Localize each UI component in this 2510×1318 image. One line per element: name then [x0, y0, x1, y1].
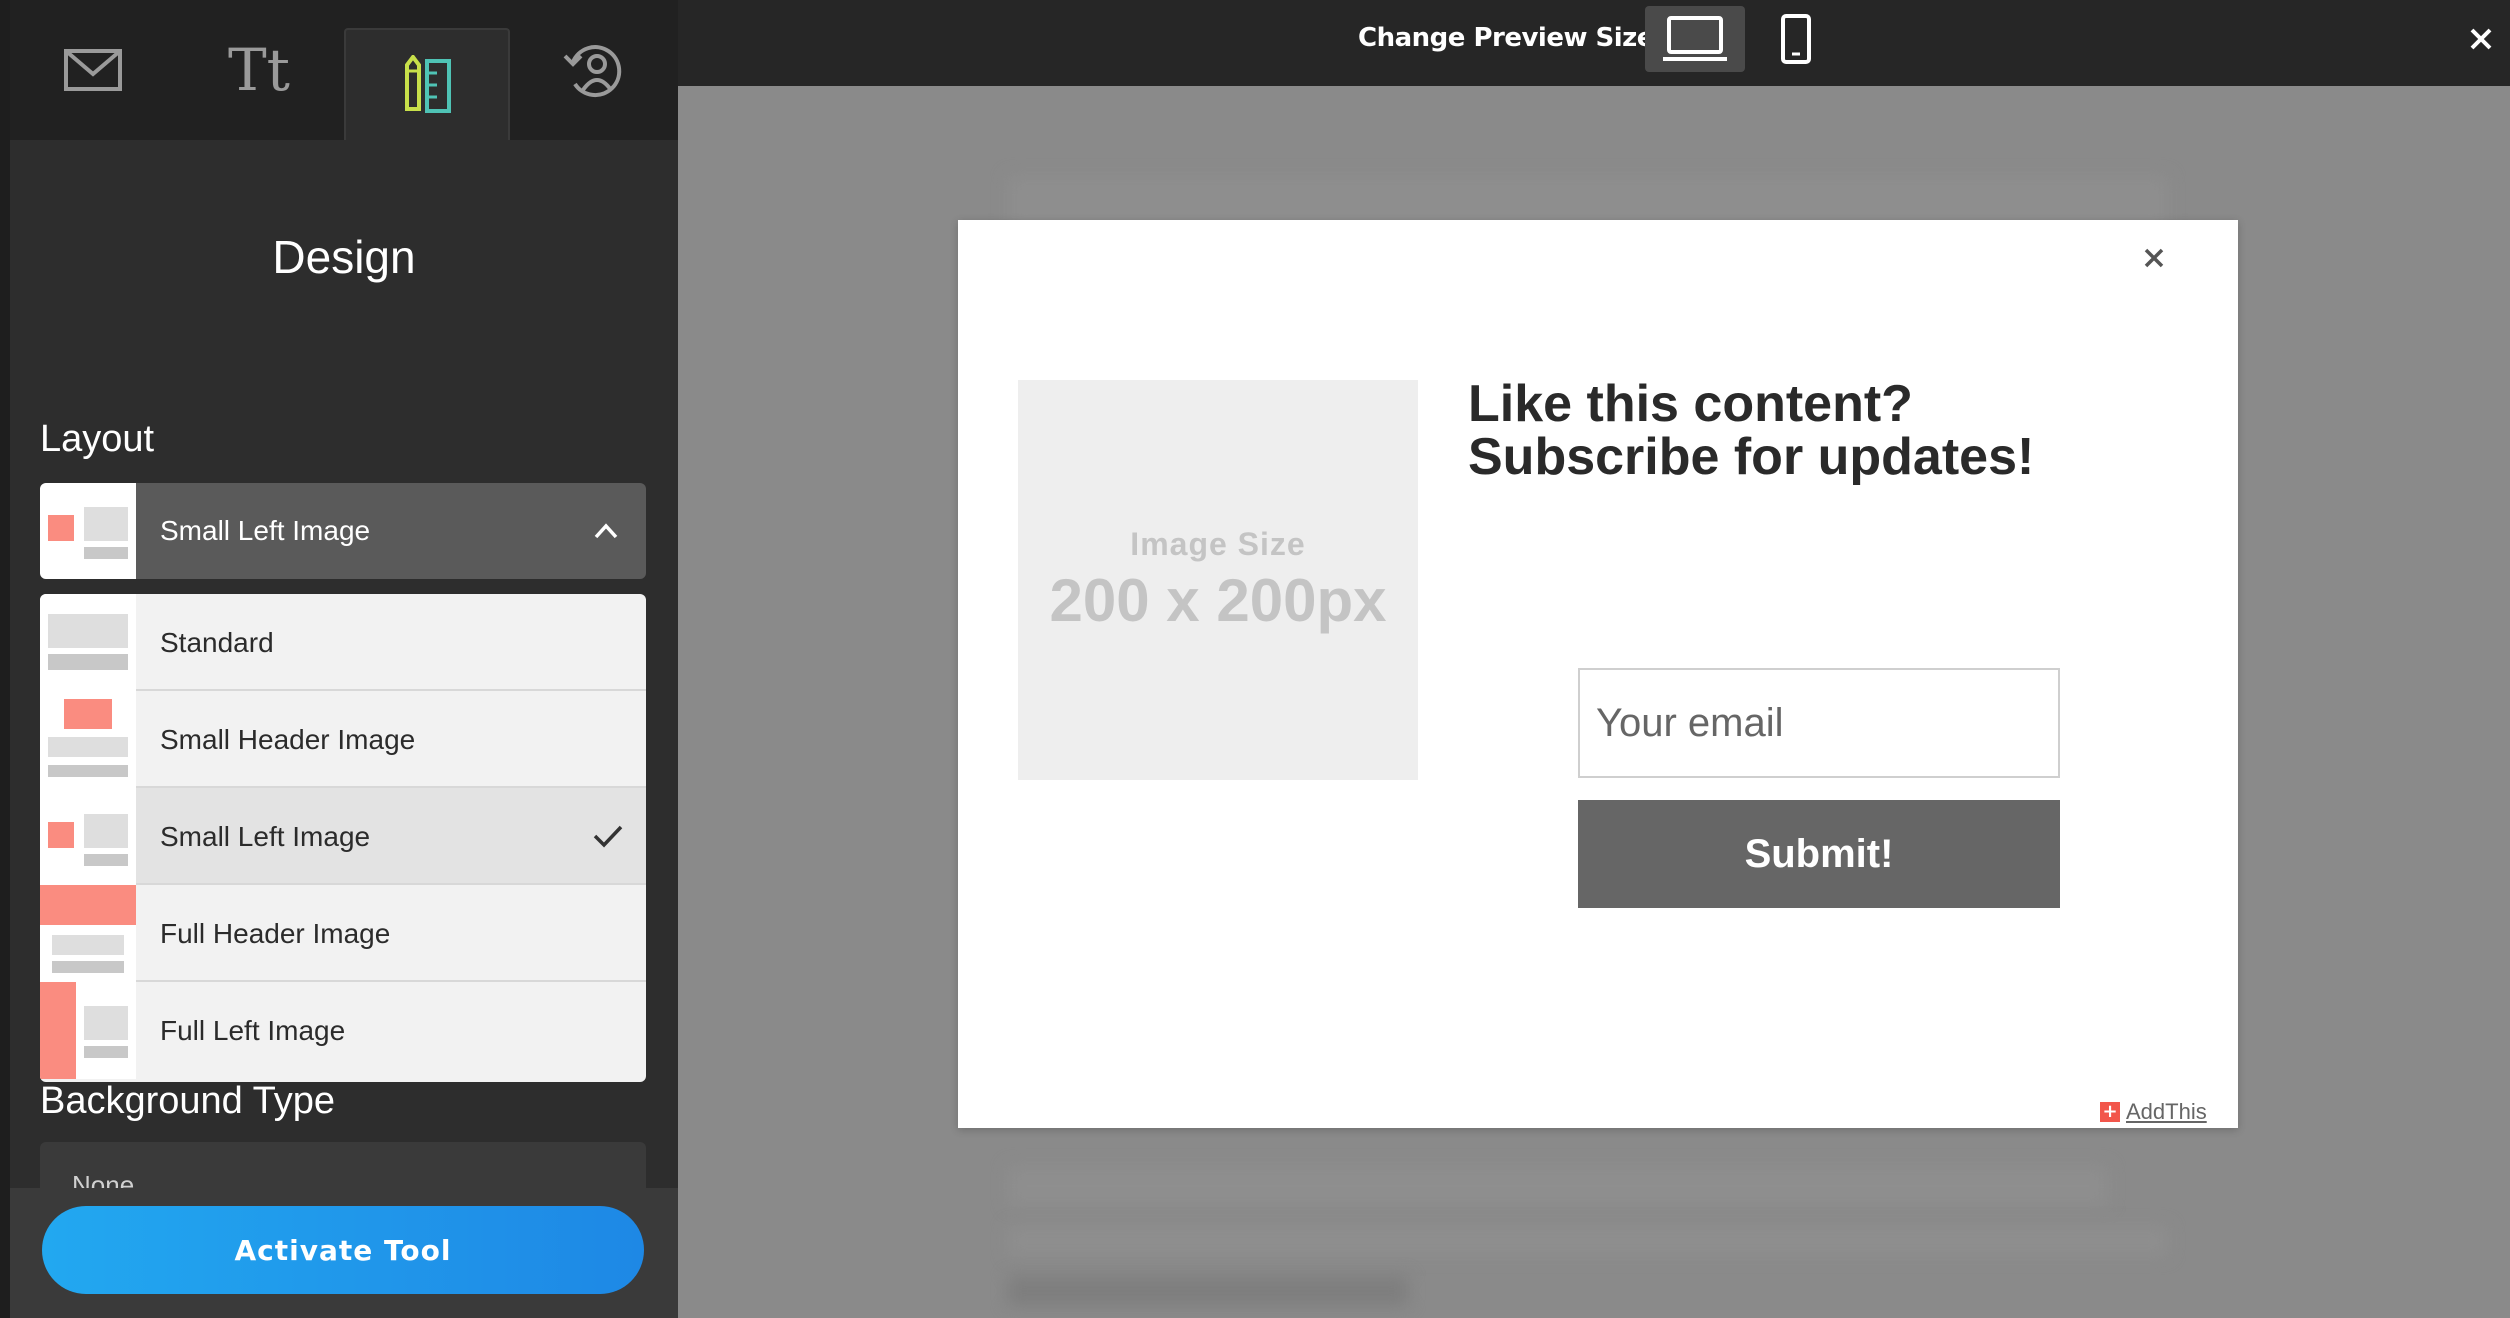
- tab-text[interactable]: Tt: [176, 0, 342, 140]
- pencil-ruler-icon: [405, 55, 451, 113]
- close-icon: [2470, 28, 2492, 50]
- headline-line-1: Like this content?: [1468, 375, 1913, 433]
- submit-button[interactable]: Submit!: [1578, 800, 2060, 908]
- close-icon: [2144, 248, 2164, 268]
- checkmark-icon: [593, 825, 623, 848]
- close-preview-button[interactable]: [2456, 14, 2506, 64]
- layout-thumbnail: [40, 594, 136, 691]
- tab-email[interactable]: [10, 0, 176, 140]
- blurred-background: [1008, 1226, 2168, 1256]
- layout-option-small-header-image[interactable]: Small Header Image: [40, 691, 646, 788]
- tab-targeting[interactable]: [510, 0, 676, 140]
- layout-option-standard[interactable]: Standard: [40, 594, 646, 691]
- modal-close-button[interactable]: [2134, 238, 2174, 278]
- image-size-value: 200 x 200px: [1049, 567, 1387, 634]
- background-type-label: Background Type: [40, 1080, 336, 1122]
- option-label: Small Left Image: [160, 821, 371, 852]
- modal-headline: Like this content? Subscribe for updates…: [1468, 378, 2188, 484]
- tab-design[interactable]: [344, 28, 510, 140]
- layout-option-small-left-image[interactable]: Small Left Image: [40, 788, 646, 885]
- sidebar-edge: [0, 0, 10, 1318]
- mobile-preview-button[interactable]: [1763, 6, 1829, 72]
- popup-modal: Image Size 200 x 200px Like this content…: [958, 220, 2238, 1128]
- desktop-preview-button[interactable]: [1645, 6, 1745, 72]
- layout-thumbnail: [40, 982, 136, 1079]
- layout-dropdown[interactable]: Small Left Image: [40, 483, 646, 579]
- layout-label: Layout: [40, 418, 155, 460]
- blurred-background: [1008, 1166, 2108, 1206]
- tab-bar: Tt: [10, 0, 678, 140]
- addthis-label: AddThis: [2126, 1099, 2207, 1124]
- text-icon: Tt: [228, 36, 290, 104]
- laptop-icon: [1663, 16, 1727, 61]
- option-label: Full Left Image: [160, 1015, 346, 1046]
- option-label: Standard: [160, 627, 274, 658]
- layout-thumbnail: [40, 885, 136, 982]
- phone-icon: [1781, 14, 1811, 64]
- option-label: Full Header Image: [160, 918, 391, 949]
- layout-option-full-header-image[interactable]: Full Header Image: [40, 885, 646, 982]
- preview-size-label: Change Preview Size:: [1358, 23, 1664, 53]
- image-placeholder: Image Size 200 x 200px: [1018, 380, 1418, 780]
- blurred-background: [1008, 1276, 1408, 1306]
- layout-options-menu: Standard Small Header Image Small Left I…: [40, 594, 646, 1082]
- top-bar: Change Preview Size:: [678, 0, 2510, 86]
- activate-tool-button[interactable]: Activate Tool: [42, 1206, 644, 1294]
- layout-option-full-left-image[interactable]: Full Left Image: [40, 982, 646, 1079]
- addthis-logo-icon: +: [2100, 1102, 2120, 1122]
- envelope-icon: [64, 49, 122, 91]
- headline-line-2: Subscribe for updates!: [1468, 428, 2035, 486]
- email-field[interactable]: [1578, 668, 2060, 778]
- layout-thumbnail: [40, 483, 136, 579]
- layout-thumbnail: [40, 691, 136, 788]
- layout-thumbnail: [40, 788, 136, 885]
- addthis-link[interactable]: + AddThis: [2100, 1099, 2207, 1124]
- section-title: Design: [272, 231, 416, 283]
- chevron-up-icon: [594, 523, 618, 539]
- option-label: Small Header Image: [160, 724, 416, 755]
- image-size-label: Image Size: [1130, 526, 1306, 562]
- user-refresh-icon: [563, 45, 622, 98]
- layout-selected-label: Small Left Image: [160, 515, 371, 546]
